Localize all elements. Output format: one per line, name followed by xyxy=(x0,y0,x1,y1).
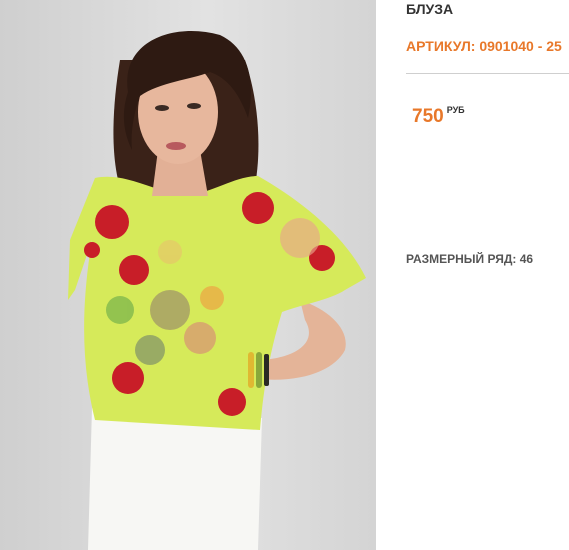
model-eye xyxy=(187,103,201,109)
bracelets xyxy=(248,352,269,388)
model-eye xyxy=(155,105,169,111)
product-photo[interactable] xyxy=(0,0,376,550)
divider xyxy=(406,73,569,74)
product-title: БЛУЗА xyxy=(406,1,454,17)
model-illustration xyxy=(0,0,376,550)
price-value: 750 xyxy=(412,106,444,127)
size-range: РАЗМЕРНЫЙ РЯД: 46 xyxy=(406,252,534,266)
product-sku: АРТИКУЛ: 0901040 - 25 xyxy=(406,38,562,54)
model-lips xyxy=(166,142,186,150)
price-currency: РУБ xyxy=(446,105,465,115)
product-price: 750 РУБ xyxy=(412,105,465,128)
white-trousers xyxy=(88,408,262,550)
product-info: БЛУЗА АРТИКУЛ: 0901040 - 25 750 РУБ РАЗМЕ… xyxy=(406,0,569,550)
